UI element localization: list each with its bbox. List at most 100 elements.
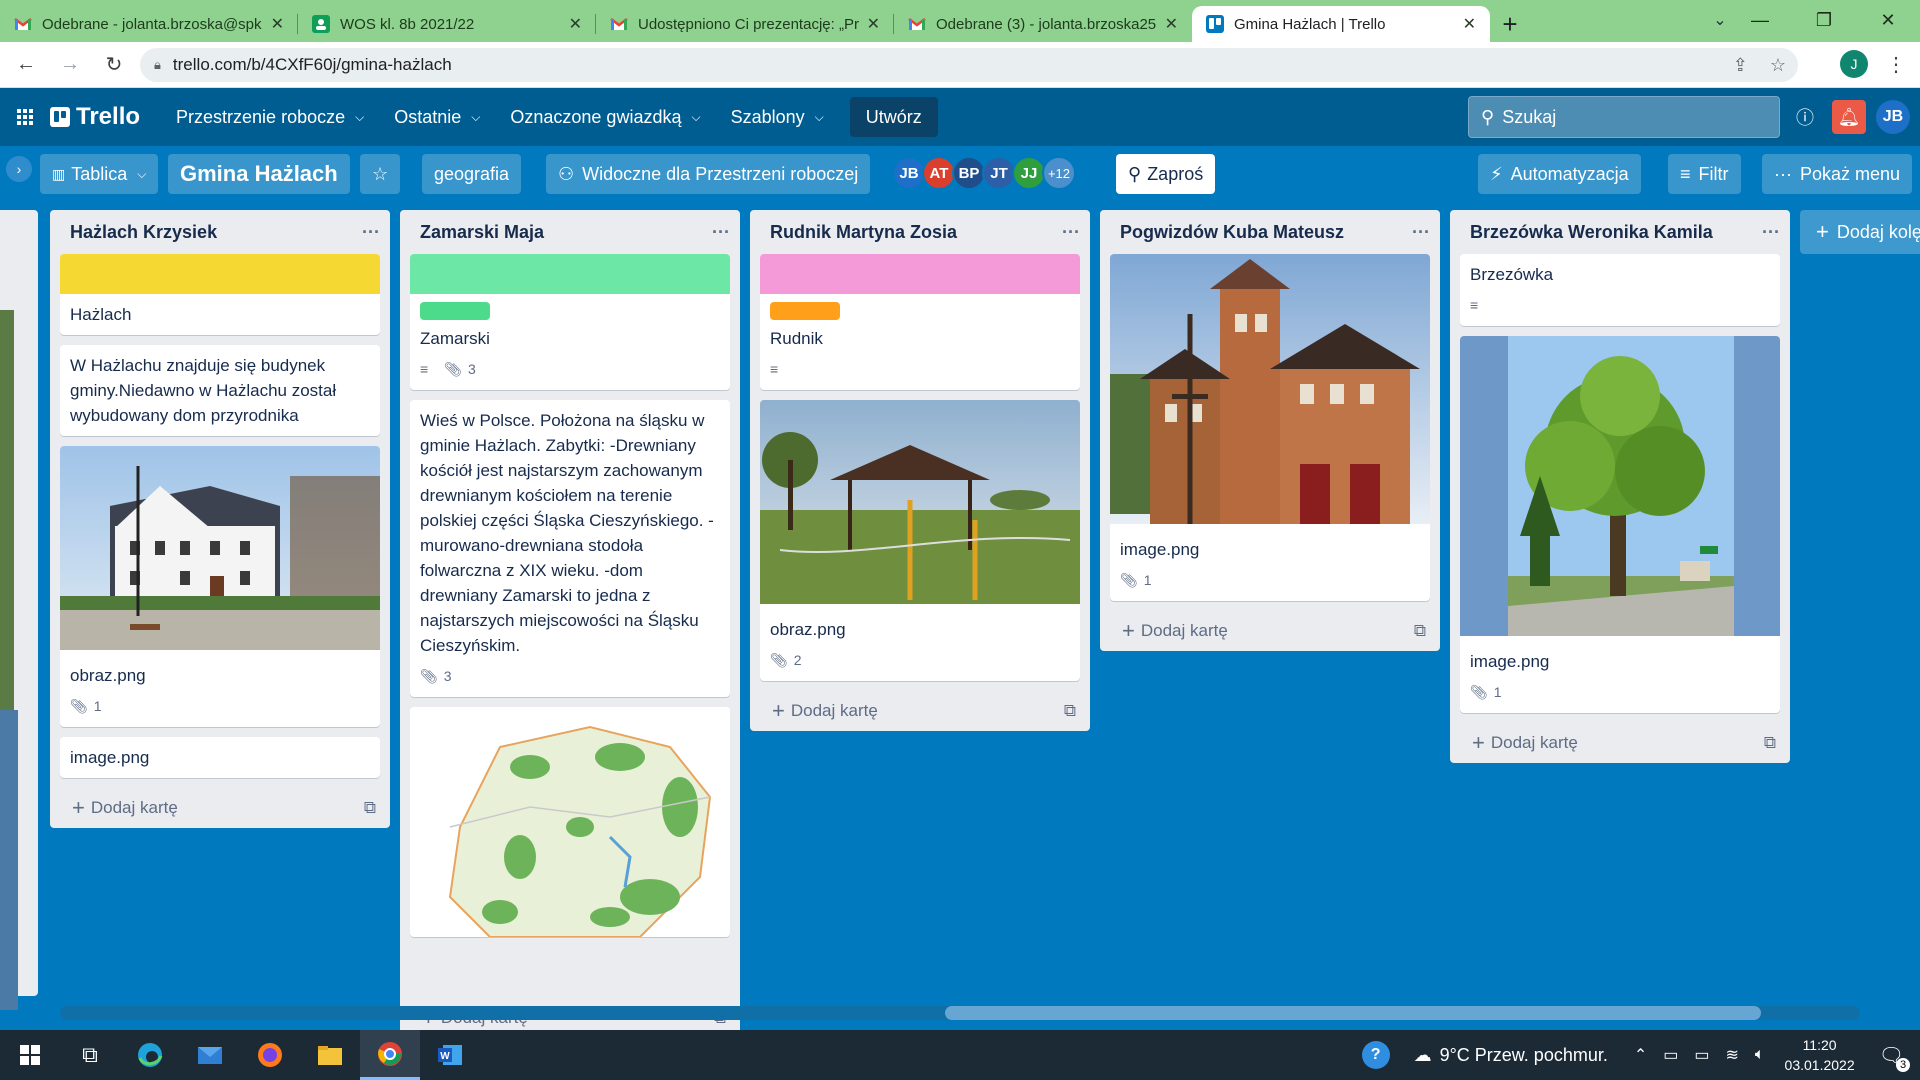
template-icon[interactable]: ⧉ [1764, 733, 1776, 753]
network-icon[interactable]: ▭ [1663, 1045, 1678, 1065]
more-members-badge[interactable]: +12 [1042, 156, 1076, 190]
minimize-icon[interactable]: — [1728, 0, 1792, 40]
card[interactable]: W Hażlachu znajduje się budynek gminy.Ni… [60, 345, 380, 436]
list-title[interactable]: Zamarski Maja [420, 222, 712, 243]
close-icon[interactable]: ✕ [271, 14, 284, 34]
filter-button[interactable]: ≡ Filtr [1668, 154, 1741, 194]
maximize-icon[interactable]: ❐ [1792, 0, 1856, 40]
browser-tab-active[interactable]: Gmina Hażlach | Trello ✕ [1192, 6, 1490, 42]
menu-workspaces[interactable]: Przestrzenie robocze ⌵ [164, 97, 376, 137]
user-avatar[interactable]: JB [1876, 100, 1910, 134]
browser-tab[interactable]: WOS kl. 8b 2021/22 ✕ [298, 6, 596, 42]
board-title[interactable]: Gmina Hażlach [168, 154, 350, 194]
list-header[interactable]: Pogwizdów Kuba Mateusz ··· [1100, 210, 1440, 254]
close-icon[interactable]: ✕ [569, 14, 582, 34]
chrome-icon[interactable] [360, 1030, 420, 1080]
list-header[interactable]: Brzezówka Weronika Kamila ··· [1450, 210, 1790, 254]
list-cards-scroll[interactable]: Zamarski ≡ 📎︎ 3 Wieś w Polsce. Położona n… [400, 254, 740, 998]
template-icon[interactable]: ⧉ [364, 798, 376, 818]
wifi-icon[interactable]: ≋ [1726, 1045, 1739, 1065]
list-title[interactable]: Hażlach Krzysiek [70, 222, 362, 243]
list-header[interactable]: Hażlach Krzysiek ··· [50, 210, 390, 254]
card[interactable]: image.png [60, 737, 380, 778]
forward-arrow-icon[interactable]: → [52, 47, 88, 83]
member-avatar[interactable]: BP [952, 156, 986, 190]
card[interactable]: Rudnik ≡ [760, 254, 1080, 390]
member-avatar[interactable]: JJ [1012, 156, 1046, 190]
add-card-button[interactable]: + Dodaj kartę ⧉ [750, 691, 1090, 731]
reload-icon[interactable]: ↻ [96, 47, 132, 83]
file-explorer-icon[interactable] [300, 1030, 360, 1080]
star-icon[interactable]: ☆ [360, 154, 400, 194]
add-card-button[interactable]: + Dodaj kartę ⧉ [1100, 611, 1440, 651]
profile-avatar[interactable]: J [1840, 50, 1868, 78]
member-avatar[interactable]: JT [982, 156, 1016, 190]
list-title[interactable]: Pogwizdów Kuba Mateusz [1120, 222, 1412, 243]
new-tab-button[interactable]: + [1490, 6, 1530, 42]
more-dots-icon[interactable]: ··· [362, 222, 380, 243]
weather-widget[interactable]: ☁ 9°C Przew. pochmur. [1414, 1045, 1608, 1066]
windows-start-icon[interactable] [0, 1030, 60, 1080]
visibility-button[interactable]: ⚇ Widoczne dla Przestrzeni roboczej [546, 154, 871, 194]
bell-icon[interactable]: 🔔︎ [1832, 100, 1866, 134]
automation-button[interactable]: ⚡︎ Automatyzacja [1478, 154, 1641, 194]
more-dots-icon[interactable]: ··· [1762, 222, 1780, 243]
board-view-switch[interactable]: ▥ Tablica ⌵ [40, 154, 159, 194]
trello-logo[interactable]: Trello [50, 103, 140, 131]
card[interactable]: obraz.png 📎︎ 2 [760, 400, 1080, 681]
list-title[interactable]: Brzezówka Weronika Kamila [1470, 222, 1762, 243]
more-dots-icon[interactable]: ··· [1412, 222, 1430, 243]
url-field[interactable]: 🔒︎ trello.com/b/4CXfF60j/gmina-hażlach ⇪… [140, 48, 1798, 82]
star-icon[interactable]: ☆ [1770, 55, 1786, 76]
card[interactable]: Hażlach [60, 254, 380, 335]
card[interactable]: image.png 📎︎ 1 [1110, 254, 1430, 601]
close-window-icon[interactable]: ✕ [1856, 0, 1920, 40]
info-icon[interactable]: ⓘ [1788, 100, 1822, 134]
scrollbar-thumb[interactable] [945, 1006, 1761, 1020]
notification-icon[interactable]: 🗨︎ 3 [1879, 1043, 1910, 1072]
share-icon[interactable]: ⇪ [1733, 55, 1748, 76]
browser-menu-icon[interactable]: ⋮ [1886, 52, 1906, 77]
workspace-button[interactable]: geografia [422, 154, 522, 194]
close-icon[interactable]: ✕ [1463, 14, 1476, 34]
word-icon[interactable]: W [420, 1030, 480, 1080]
chevron-right-icon[interactable]: › [6, 156, 32, 182]
close-icon[interactable]: ✕ [867, 14, 880, 34]
edge-browser-icon[interactable] [120, 1030, 180, 1080]
menu-recent[interactable]: Ostatnie ⌵ [382, 97, 492, 137]
clock[interactable]: 11:20 03.01.2022 [1785, 1035, 1855, 1075]
search-input[interactable]: ⚲ Szukaj [1468, 96, 1780, 138]
list-title[interactable]: Rudnik Martyna Zosia [770, 222, 1062, 243]
card[interactable]: Zamarski ≡ 📎︎ 3 [410, 254, 730, 390]
add-card-button[interactable]: + Dodaj kartę ⧉ [50, 788, 390, 828]
firefox-icon[interactable] [240, 1030, 300, 1080]
create-button[interactable]: Utwórz [849, 97, 938, 137]
member-avatar[interactable]: JB [892, 156, 926, 190]
menu-starred[interactable]: Oznaczone gwiazdką ⌵ [498, 97, 712, 137]
list-header[interactable]: Zamarski Maja ··· [400, 210, 740, 254]
add-list-button[interactable]: + Dodaj kolę [1800, 210, 1920, 254]
speaker-icon[interactable]: 🔈︎ [1755, 1046, 1765, 1064]
card[interactable]: image.png 📎︎ 1 [1460, 336, 1780, 713]
battery-icon[interactable]: ▭ [1694, 1045, 1709, 1065]
back-arrow-icon[interactable]: ← [8, 47, 44, 83]
browser-tab[interactable]: Odebrane (3) - jolanta.brzoska25 ✕ [894, 6, 1192, 42]
list-header[interactable]: Rudnik Martyna Zosia ··· [750, 210, 1090, 254]
more-dots-icon[interactable]: ··· [1062, 222, 1080, 243]
mail-icon[interactable] [180, 1030, 240, 1080]
browser-tab[interactable]: Udostępniono Ci prezentację: „Pr ✕ [596, 6, 894, 42]
member-avatar[interactable]: AT [922, 156, 956, 190]
card[interactable]: Brzezówka ≡ [1460, 254, 1780, 326]
card[interactable]: obraz.png 📎︎ 1 [60, 446, 380, 727]
add-card-button[interactable]: + Dodaj kartę ⧉ [1450, 723, 1790, 763]
browser-tab[interactable]: Odebrane - jolanta.brzoska@spk ✕ [0, 6, 298, 42]
template-icon[interactable]: ⧉ [1064, 701, 1076, 721]
close-icon[interactable]: ✕ [1165, 14, 1178, 34]
chevron-up-icon[interactable]: ⌃ [1634, 1045, 1647, 1065]
more-dots-icon[interactable]: ··· [712, 222, 730, 243]
card[interactable] [410, 707, 730, 937]
horizontal-scrollbar[interactable] [60, 1006, 1860, 1020]
menu-templates[interactable]: Szablony ⌵ [719, 97, 836, 137]
card[interactable]: Wieś w Polsce. Położona na śląsku w gmin… [410, 400, 730, 697]
template-icon[interactable]: ⧉ [1414, 621, 1426, 641]
